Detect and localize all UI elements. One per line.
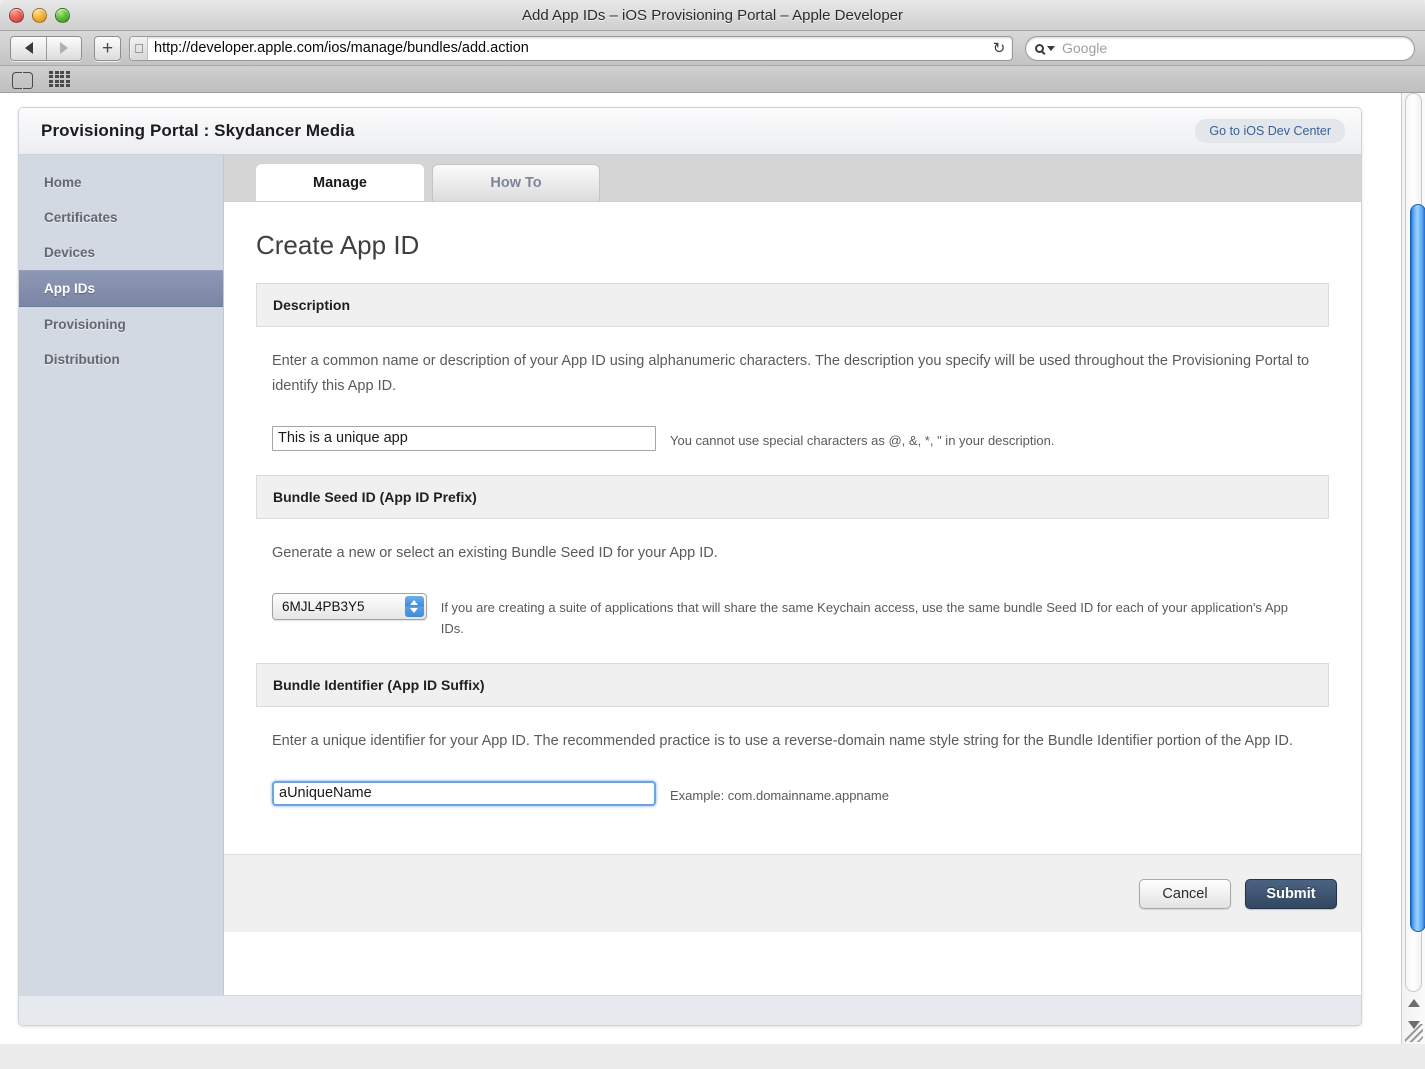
window-title: Add App IDs – iOS Provisioning Portal – …: [521, 7, 904, 24]
section-bundle-seed-id: Bundle Seed ID (App ID Prefix) Generate …: [256, 475, 1329, 663]
section-header-bundle-seed-id: Bundle Seed ID (App ID Prefix): [256, 475, 1329, 520]
bundle-seed-id-value: 6MJL4PB3Y5: [282, 598, 365, 614]
form-heading: Create App ID: [256, 230, 420, 260]
bundle-seed-instructions: Generate a new or select an existing Bun…: [272, 545, 718, 562]
portal-body: Home Certificates Devices App IDs Provis…: [19, 155, 1361, 995]
sidebar-item-distribution[interactable]: Distribution: [19, 342, 223, 377]
search-placeholder: Google: [1062, 40, 1108, 56]
address-bar[interactable]:  http://developer.apple.com/ios/manage/…: [129, 35, 1013, 61]
new-tab-button[interactable]: +: [94, 35, 121, 61]
section-description: Description Enter a common name or descr…: [256, 283, 1329, 475]
forward-button[interactable]: [46, 36, 81, 60]
sidebar-item-devices[interactable]: Devices: [19, 235, 223, 270]
portal-footer: [19, 995, 1361, 1025]
back-arrow-icon: [24, 42, 33, 54]
sidebar-item-home[interactable]: Home: [19, 165, 223, 200]
browser-toolbar: +  http://developer.apple.com/ios/manag…: [0, 31, 1425, 66]
submit-button[interactable]: Submit: [1245, 878, 1337, 909]
form-container: Create App ID Description Enter a common…: [224, 202, 1361, 933]
sidebar-item-app-ids[interactable]: App IDs: [19, 270, 223, 307]
address-bar-url: http://developer.apple.com/ios/manage/bu…: [154, 40, 529, 56]
bundle-identifier-instructions: Enter a unique identifier for your App I…: [272, 733, 1293, 750]
search-input[interactable]: Google: [1025, 35, 1415, 61]
search-icon[interactable]: [1035, 43, 1055, 53]
navigation-buttons: [10, 35, 82, 61]
sidebar-item-certificates[interactable]: Certificates: [19, 200, 223, 235]
scrollbar-thumb[interactable]: [1410, 204, 1425, 932]
apple-favicon-icon: : [131, 36, 148, 60]
tab-manage[interactable]: Manage: [256, 164, 424, 201]
scroll-up-icon[interactable]: [1407, 999, 1420, 1007]
reload-icon[interactable]: ↻: [986, 37, 1012, 60]
description-instructions: Enter a common name or description of yo…: [272, 353, 1310, 395]
bundle-seed-id-select[interactable]: 6MJL4PB3Y5: [272, 592, 427, 620]
chevron-down-icon: [1047, 45, 1055, 51]
page-title: Provisioning Portal : Skydancer Media: [41, 121, 355, 140]
cancel-button[interactable]: Cancel: [1139, 878, 1231, 909]
tab-bar: Manage How To: [224, 155, 1361, 202]
sidebar: Home Certificates Devices App IDs Provis…: [19, 155, 224, 995]
browser-window: Add App IDs – iOS Provisioning Portal – …: [0, 0, 1425, 1045]
section-body-bundle-identifier: Enter a unique identifier for your App I…: [256, 707, 1329, 830]
vertical-scrollbar[interactable]: [1401, 93, 1425, 1044]
window-resize-grip[interactable]: [1405, 1024, 1423, 1042]
sidebar-item-provisioning[interactable]: Provisioning: [19, 307, 223, 342]
bundle-identifier-field-row: Example: com.domainname.appname: [272, 780, 1313, 806]
section-body-bundle-seed-id: Generate a new or select an existing Bun…: [256, 519, 1329, 663]
book-icon[interactable]: [12, 71, 33, 89]
magnifier-icon: [1035, 43, 1044, 53]
go-to-ios-dev-center-link[interactable]: Go to iOS Dev Center: [1195, 119, 1345, 143]
section-header-bundle-identifier: Bundle Identifier (App ID Suffix): [256, 663, 1329, 708]
bundle-seed-hint: If you are creating a suite of applicati…: [440, 599, 1288, 636]
provisioning-portal: Provisioning Portal : Skydancer Media Go…: [18, 107, 1362, 1026]
arrow-up-icon: [410, 599, 419, 605]
portal-header: Provisioning Portal : Skydancer Media Go…: [19, 108, 1361, 155]
tab-how-to[interactable]: How To: [432, 164, 600, 201]
section-header-description: Description: [256, 283, 1329, 327]
page-viewport: Provisioning Portal : Skydancer Media Go…: [0, 93, 1425, 1044]
window-titlebar: Add App IDs – iOS Provisioning Portal – …: [0, 0, 1425, 31]
content-area: Manage How To Create App ID Description …: [224, 155, 1361, 995]
bookmarks-bar: [0, 66, 1425, 93]
bundle-identifier-hint: Example: com.domainname.appname: [670, 787, 889, 803]
section-body-description: Enter a common name or description of yo…: [256, 327, 1329, 475]
section-bundle-identifier: Bundle Identifier (App ID Suffix) Enter …: [256, 663, 1329, 830]
stepper-arrows-icon[interactable]: [404, 595, 424, 617]
form-actions: Cancel Submit: [224, 854, 1361, 933]
description-field-row: You cannot use special characters as @, …: [272, 425, 1313, 451]
scrollbar-track[interactable]: [1405, 93, 1425, 992]
bundle-seed-field-row: 6MJL4PB3Y5 If you are creating a suite o…: [272, 592, 1313, 640]
web-page-content: Provisioning Portal : Skydancer Media Go…: [0, 93, 1401, 1044]
bundle-identifier-input[interactable]: [272, 780, 656, 806]
description-hint: You cannot use special characters as @, …: [670, 432, 1055, 448]
arrow-down-icon: [410, 607, 419, 613]
back-button[interactable]: [11, 36, 46, 60]
grid-icon[interactable]: [49, 70, 70, 88]
forward-arrow-icon: [60, 42, 68, 54]
description-input[interactable]: [272, 425, 656, 451]
